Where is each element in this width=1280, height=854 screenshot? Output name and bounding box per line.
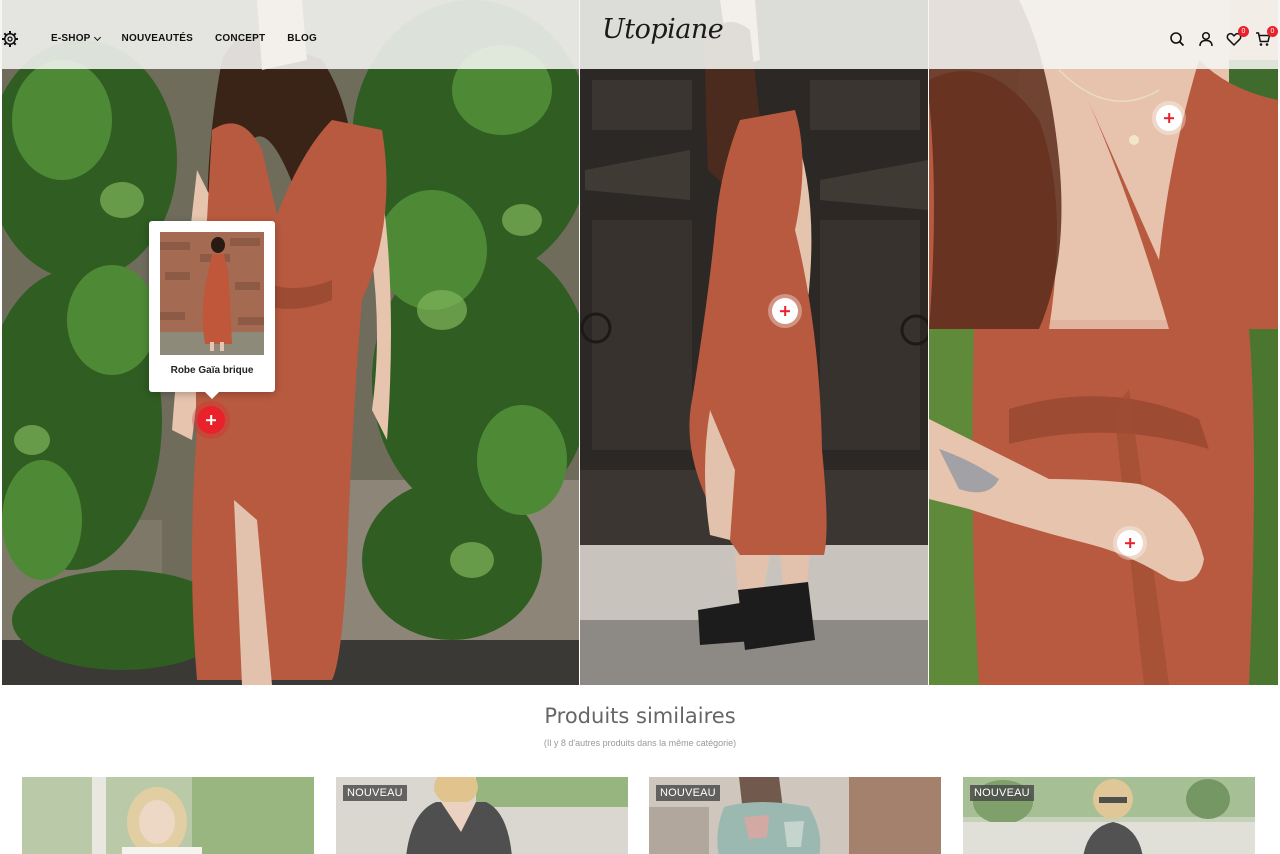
lookbook-image-detail-bottom (929, 329, 1278, 685)
lookbook-hotspot-ring[interactable] (1117, 530, 1143, 556)
search-icon[interactable] (1169, 31, 1185, 47)
lookbook-hotspot-necklace[interactable] (1156, 105, 1182, 131)
nav-item-label: CONCEPT (215, 33, 266, 44)
nav-item-concept[interactable]: CONCEPT (215, 33, 265, 44)
site-header: E-SHOP NOUVEAUTÉS CONCEPT BLOG Utopiane (0, 0, 1280, 69)
lookbook-image-main (2, 0, 579, 685)
similar-products-subtitle: (Il y 8 d'autres produits dans la même c… (543, 738, 737, 748)
nav-item-eshop[interactable]: E-SHOP (51, 33, 101, 44)
lookbook-image-side (580, 0, 928, 685)
product-card[interactable]: NOUVEAU (649, 777, 941, 854)
lookbook-gallery: Robe Gaïa brique (0, 0, 1280, 685)
cart-count-badge: 0 (1267, 26, 1278, 37)
chevron-down-icon (93, 33, 101, 41)
site-logo[interactable]: Utopiane (602, 14, 724, 45)
page: Robe Gaïa brique E-SHOP NOUVEAUTÉS CONCE… (0, 0, 1280, 854)
similar-products-title: Produits similaires (544, 704, 736, 728)
card-overlay (22, 777, 314, 854)
wishlist-button[interactable]: 0 (1226, 26, 1249, 47)
lookbook-hotspot-dress-side[interactable] (772, 298, 798, 324)
new-badge: NOUVEAU (970, 785, 1034, 801)
product-card[interactable]: NOUVEAU (963, 777, 1255, 854)
new-badge: NOUVEAU (656, 785, 720, 801)
product-popup[interactable]: Robe Gaïa brique (149, 221, 275, 399)
product-popup-image[interactable] (160, 232, 264, 355)
product-thumbnail (160, 232, 264, 355)
cart-button[interactable]: 0 (1255, 26, 1278, 47)
nav-item-label: BLOG (287, 33, 317, 44)
nav-item-blog[interactable]: BLOG (287, 33, 317, 44)
product-card[interactable] (22, 777, 314, 854)
nav-item-nouveautes[interactable]: NOUVEAUTÉS (122, 33, 193, 44)
nav-item-label: NOUVEAUTÉS (121, 33, 193, 44)
product-card[interactable]: NOUVEAU (336, 777, 628, 854)
ivy-wall-photo (2, 0, 579, 685)
gear-icon[interactable] (1, 30, 19, 48)
nav-item-label: E-SHOP (51, 33, 91, 44)
door-photo (580, 0, 928, 685)
product-popup-title[interactable]: Robe Gaïa brique (149, 365, 275, 376)
main-nav: E-SHOP NOUVEAUTÉS CONCEPT BLOG (51, 33, 317, 44)
new-badge: NOUVEAU (343, 785, 407, 801)
lookbook-hotspot-dress-active[interactable] (197, 406, 225, 434)
user-icon[interactable] (1198, 31, 1214, 47)
waist-photo (929, 329, 1278, 685)
wishlist-count-badge: 0 (1238, 26, 1249, 37)
